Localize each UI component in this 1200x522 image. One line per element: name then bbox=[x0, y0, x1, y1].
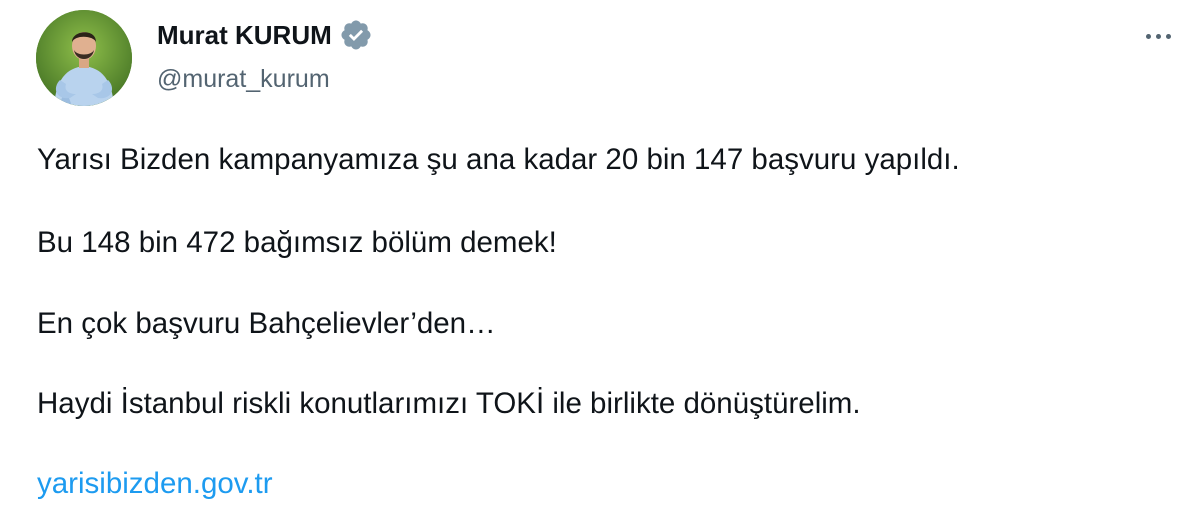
avatar[interactable] bbox=[36, 10, 132, 106]
author-block: Murat KURUM @murat_kurum bbox=[157, 16, 373, 94]
profile-photo bbox=[36, 10, 132, 106]
verified-badge-icon[interactable] bbox=[339, 18, 373, 52]
display-name[interactable]: Murat KURUM bbox=[157, 20, 332, 51]
name-row: Murat KURUM bbox=[157, 16, 373, 54]
tweet-link[interactable]: yarisibizden.gov.tr bbox=[37, 464, 273, 504]
tweet-paragraph: Haydi İstanbul riskli konutlarımızı TOKİ… bbox=[37, 387, 861, 420]
tweet-paragraph: Yarısı Bizden kampanyamıza şu ana kadar … bbox=[37, 143, 960, 176]
more-options-button[interactable] bbox=[1138, 22, 1178, 50]
more-horizontal-icon bbox=[1165, 33, 1171, 39]
tweet-paragraph: Bu 148 bin 472 bağımsız bölüm demek! bbox=[37, 226, 557, 259]
tweet-paragraph: En çok başvuru Bahçelievler’den… bbox=[37, 307, 496, 340]
more-horizontal-icon bbox=[1145, 33, 1151, 39]
user-handle[interactable]: @murat_kurum bbox=[157, 65, 373, 94]
more-horizontal-icon bbox=[1155, 33, 1161, 39]
tweet-card: Murat KURUM @murat_kurum Yarısı Bizden k… bbox=[0, 0, 1200, 522]
